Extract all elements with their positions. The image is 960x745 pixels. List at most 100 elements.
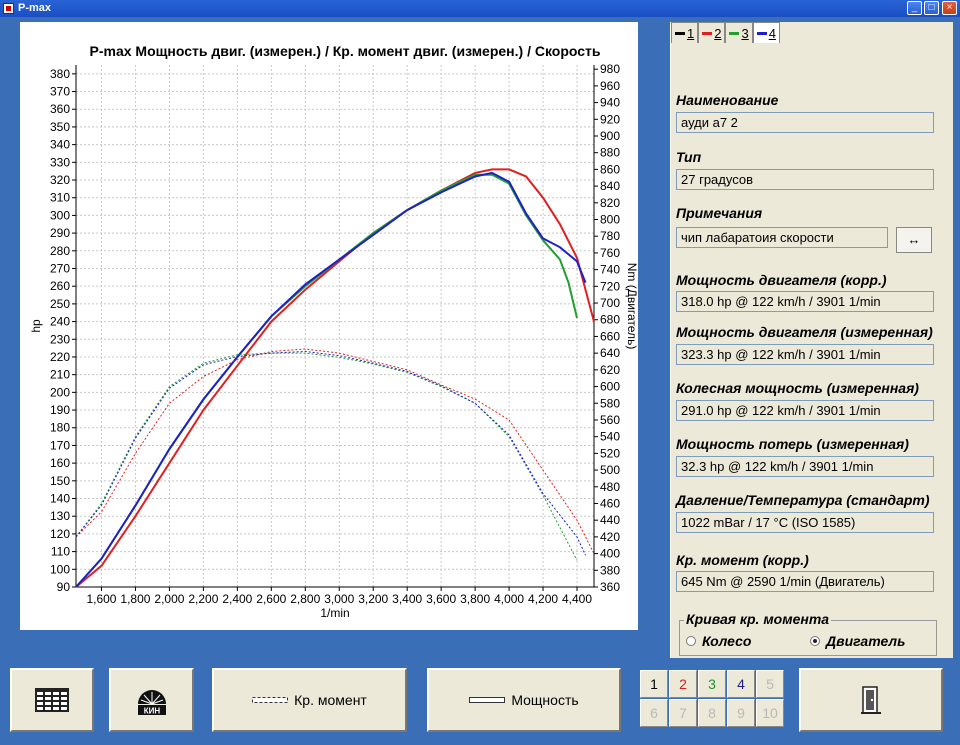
run-tab-2[interactable]: 2 <box>698 22 726 43</box>
power-corr-label: Мощность двигателя (корр.) <box>676 272 887 288</box>
y2-tick-label: 980 <box>600 62 620 76</box>
y-tick-label: 320 <box>50 173 70 187</box>
y2-tick-label: 580 <box>600 396 620 410</box>
y-tick-label: 220 <box>50 350 70 364</box>
y2-tick-label: 420 <box>600 530 620 544</box>
y2-tick-label: 540 <box>600 430 620 444</box>
run-number-8[interactable]: 8 <box>698 699 726 727</box>
y2-tick-label: 700 <box>600 296 620 310</box>
svg-text:КИН: КИН <box>143 707 160 716</box>
y-tick-label: 170 <box>50 438 70 452</box>
table-button[interactable] <box>10 668 94 732</box>
torque-corr-field[interactable]: 645 Nm @ 2590 1/min (Двигатель) <box>676 571 934 592</box>
y-tick-label: 230 <box>50 332 70 346</box>
close-icon[interactable]: × <box>942 1 957 15</box>
torque-corr-label: Кр. момент (корр.) <box>676 552 809 568</box>
run-number-1[interactable]: 1 <box>640 670 668 698</box>
run-tab-color-swatch <box>756 31 767 35</box>
y2-tick-label: 500 <box>600 463 620 477</box>
run-number-5[interactable]: 5 <box>756 670 784 698</box>
y2-tick-label: 480 <box>600 480 620 494</box>
y-tick-label: 310 <box>50 191 70 205</box>
notes-field[interactable]: чип лабаратоия скорости <box>676 227 888 248</box>
type-field[interactable]: 27 градусов <box>676 169 934 190</box>
run-number-9[interactable]: 9 <box>727 699 755 727</box>
y-tick-label: 90 <box>57 580 71 594</box>
name-field[interactable]: ауди а7 2 <box>676 112 934 133</box>
x-tick-label: 2,200 <box>188 592 218 606</box>
y-tick-label: 350 <box>50 120 70 134</box>
x-tick-label: 2,400 <box>222 592 252 606</box>
y2-tick-label: 960 <box>600 79 620 93</box>
x-tick-label: 2,600 <box>256 592 286 606</box>
y2-tick-label: 360 <box>600 580 620 594</box>
radio-wheel[interactable]: Колесо <box>686 633 751 649</box>
logo-button[interactable]: КИН <box>109 668 194 732</box>
run-number-2[interactable]: 2 <box>669 670 697 698</box>
y2-tick-label: 380 <box>600 563 620 577</box>
y-tick-label: 100 <box>50 562 70 576</box>
maximize-icon[interactable]: □ <box>924 1 939 15</box>
y2-tick-label: 660 <box>600 329 620 343</box>
run-tab-1[interactable]: 1 <box>671 22 699 43</box>
wheel-power-field[interactable]: 291.0 hp @ 122 km/h / 3901 1/min <box>676 400 934 421</box>
y2-tick-label: 920 <box>600 112 620 126</box>
x-tick-label: 3,600 <box>426 592 456 606</box>
table-grid-icon <box>35 688 69 712</box>
run-tab-color-swatch <box>729 31 740 35</box>
x-tick-label: 4,200 <box>528 592 558 606</box>
torque-curve-label: Кривая кр. момента <box>684 611 832 627</box>
y-tick-label: 290 <box>50 226 70 240</box>
y2-tick-label: 600 <box>600 380 620 394</box>
y-tick-label: 190 <box>50 403 70 417</box>
power-curve-2 <box>75 171 587 588</box>
run-number-3[interactable]: 3 <box>698 670 726 698</box>
radio-wheel-dot[interactable] <box>686 636 696 646</box>
y2-tick-label: 800 <box>600 213 620 227</box>
x-tick-label: 2,800 <box>290 592 320 606</box>
exit-button[interactable] <box>799 668 943 732</box>
radio-engine-dot[interactable] <box>810 636 820 646</box>
y2-tick-label: 880 <box>600 146 620 160</box>
chart-title: P-max Мощность двиг. (измерен.) / Кр. мо… <box>90 43 601 59</box>
dyno-chart: P-max Мощность двиг. (измерен.) / Кр. мо… <box>29 43 638 620</box>
run-number-6[interactable]: 6 <box>640 699 668 727</box>
x-tick-label: 1,600 <box>86 592 116 606</box>
y-tick-label: 210 <box>50 368 70 382</box>
run-number-10[interactable]: 10 <box>756 699 784 727</box>
swap-button[interactable]: ↔ <box>896 227 932 253</box>
run-tab-4[interactable]: 4 <box>752 22 780 43</box>
type-label: Тип <box>676 149 702 165</box>
exit-door-icon <box>861 686 881 714</box>
y2-tick-label: 680 <box>600 313 620 327</box>
y-tick-label: 360 <box>50 102 70 116</box>
run-tab-color-swatch <box>702 31 713 35</box>
loss-power-label: Мощность потерь (измеренная) <box>676 436 909 452</box>
radio-engine[interactable]: Двигатель <box>810 633 905 649</box>
power-button[interactable]: Мощность <box>427 668 621 732</box>
run-number-grid: 1 2 3 4 5 6 7 8 9 10 <box>640 670 784 727</box>
y2-tick-label: 520 <box>600 446 620 460</box>
torque-dotted-line-icon <box>252 697 289 703</box>
y-tick-label: 180 <box>50 421 70 435</box>
run-number-4[interactable]: 4 <box>727 670 755 698</box>
y2-tick-label: 760 <box>600 246 620 260</box>
torque-button[interactable]: Кр. момент <box>212 668 407 732</box>
loss-power-field[interactable]: 32.3 hp @ 122 km/h / 3901 1/min <box>676 456 934 477</box>
run-tab-number: 1 <box>687 25 695 41</box>
pressure-field[interactable]: 1022 mBar / 17 °C (ISO 1585) <box>676 512 934 533</box>
run-tab-3[interactable]: 3 <box>725 22 753 43</box>
power-meas-field[interactable]: 323.3 hp @ 122 km/h / 3901 1/min <box>676 344 934 365</box>
minimize-icon[interactable]: _ <box>907 1 922 15</box>
y-tick-label: 160 <box>50 456 70 470</box>
power-corr-field[interactable]: 318.0 hp @ 122 km/h / 3901 1/min <box>676 291 934 312</box>
y2-axis-label: Nm (Двигатель) <box>625 263 638 350</box>
notes-label: Примечания <box>676 205 763 221</box>
x-axis-label: 1/min <box>320 606 349 620</box>
info-panel: 1 2 3 4 Наименование ауди а7 2 Тип 27 граду… <box>670 22 953 658</box>
run-number-7[interactable]: 7 <box>669 699 697 727</box>
x-tick-label: 3,400 <box>392 592 422 606</box>
x-tick-label: 4,000 <box>494 592 524 606</box>
y-tick-label: 140 <box>50 492 70 506</box>
x-tick-label: 1,800 <box>120 592 150 606</box>
